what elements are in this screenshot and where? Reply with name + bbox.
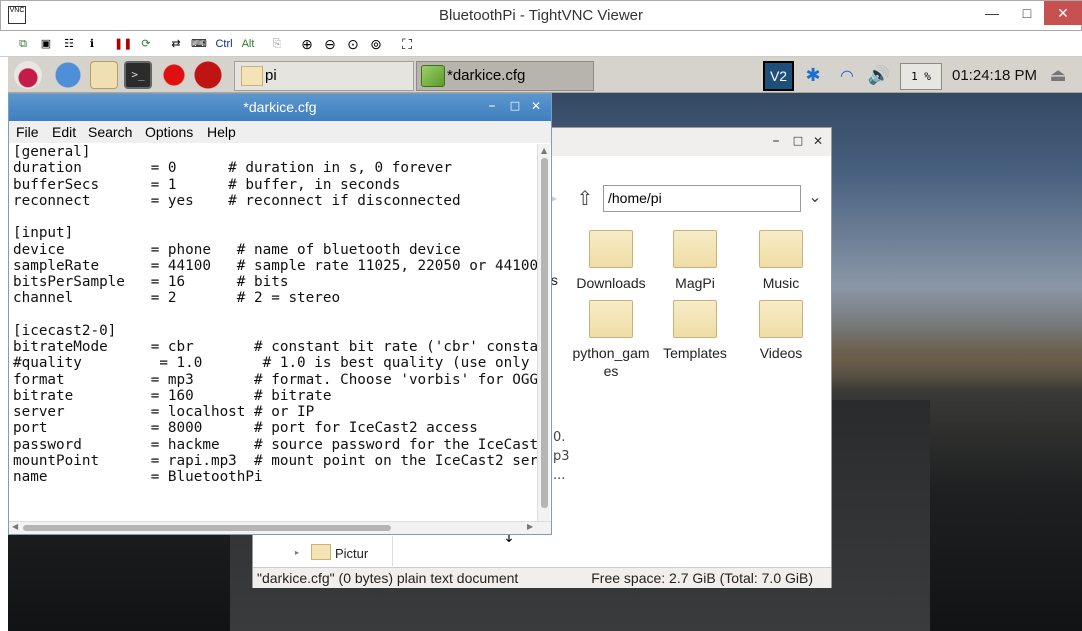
up-directory-icon[interactable]: ⇧ bbox=[573, 185, 597, 212]
status-left-text: "darkice.cfg" (0 bytes) plain text docum… bbox=[257, 570, 519, 586]
wolfram-icon[interactable] bbox=[194, 61, 222, 89]
text-editor-title-bar[interactable]: *darkice.cfg – □ ✕ bbox=[9, 94, 551, 121]
maximize-icon[interactable]: □ bbox=[508, 99, 522, 112]
free-space-text: Free space: 2.7 GiB (Total: 7.0 GiB) bbox=[591, 570, 813, 586]
volume-icon[interactable]: 🔊 bbox=[866, 64, 892, 88]
folder-label: Downloads bbox=[576, 275, 646, 291]
tree-item-label[interactable]: Pictur bbox=[335, 546, 368, 561]
transfer-icon[interactable]: ⇄ bbox=[167, 35, 185, 53]
info-icon[interactable]: ℹ bbox=[83, 35, 101, 53]
zoom-100-icon[interactable]: ⊙ bbox=[344, 35, 362, 53]
raspberry-menu-icon[interactable] bbox=[14, 61, 42, 89]
minimize-icon[interactable]: – bbox=[485, 98, 499, 114]
folder-label: Music bbox=[762, 275, 800, 291]
folder-icon bbox=[589, 230, 633, 268]
taskbar-item-pi[interactable]: pi bbox=[234, 61, 414, 91]
save-icon[interactable]: ▣ bbox=[37, 35, 55, 53]
folder-item-downloads[interactable]: Downloads bbox=[569, 230, 653, 292]
folder-label: Templates bbox=[663, 345, 727, 361]
menu-search[interactable]: Search bbox=[88, 124, 132, 140]
taskbar-item-label: pi bbox=[265, 67, 277, 84]
address-history-icon[interactable]: ⌄ bbox=[805, 185, 825, 212]
folder-item-music[interactable]: Music bbox=[739, 230, 823, 292]
partial-file-text: p3 bbox=[553, 449, 570, 464]
maximize-icon[interactable]: □ bbox=[791, 133, 805, 149]
vertical-scrollbar[interactable]: ▲ bbox=[537, 144, 550, 522]
folder-icon bbox=[673, 230, 717, 268]
status-bar: "darkice.cfg" (0 bytes) plain text docum… bbox=[253, 567, 831, 588]
refresh-icon[interactable]: ⟳ bbox=[137, 35, 155, 53]
eject-icon[interactable]: ⏏ bbox=[1046, 64, 1070, 88]
taskbar-item-label: *darkice.cfg bbox=[447, 67, 526, 84]
folder-item-python-games[interactable]: python_games bbox=[569, 300, 653, 380]
taskbar-item-darkice[interactable]: *darkice.cfg bbox=[416, 61, 594, 91]
horizontal-scroll-thumb[interactable] bbox=[23, 525, 391, 531]
minimize-icon[interactable]: – bbox=[769, 133, 783, 149]
forward-partial-icon: ▸ bbox=[549, 188, 558, 207]
tree-expander-icon[interactable]: ▸ bbox=[295, 548, 303, 557]
file-manager-icon[interactable] bbox=[90, 61, 118, 89]
text-editor-title: *darkice.cfg bbox=[243, 99, 317, 115]
scroll-left-icon[interactable]: ◀ bbox=[12, 522, 18, 531]
web-browser-icon[interactable] bbox=[54, 61, 82, 89]
folder-icon bbox=[589, 300, 633, 338]
folder-icon bbox=[759, 230, 803, 268]
wifi-icon[interactable]: ◠ bbox=[835, 64, 859, 88]
clock[interactable]: 01:24:18 PM bbox=[952, 67, 1037, 84]
close-icon[interactable]: ✕ bbox=[811, 133, 825, 149]
folder-label: MagPi bbox=[675, 275, 715, 291]
vnc-server-tray-icon[interactable]: V2 bbox=[763, 61, 794, 91]
vertical-scroll-thumb[interactable] bbox=[541, 158, 548, 508]
partial-file-text: 0. bbox=[553, 430, 566, 445]
folder-icon bbox=[759, 300, 803, 338]
menu-edit[interactable]: Edit bbox=[52, 124, 76, 140]
bluetooth-icon[interactable]: ✱ bbox=[804, 64, 822, 88]
menu-help[interactable]: Help bbox=[207, 124, 236, 140]
ctrl-alt-del-icon[interactable]: ⌨ bbox=[190, 35, 208, 53]
clipboard-icon[interactable]: ⎘ bbox=[268, 35, 286, 53]
text-editor-window: *darkice.cfg – □ ✕ File Edit Search Opti… bbox=[8, 93, 552, 535]
folder-item-videos[interactable]: Videos bbox=[739, 300, 823, 362]
side-pane: ▸ Pictur bbox=[253, 536, 393, 566]
ctrl-key-button[interactable]: Ctrl bbox=[212, 35, 236, 53]
menu-bar: File Edit Search Options Help bbox=[9, 121, 551, 143]
mathematica-icon[interactable] bbox=[160, 61, 188, 89]
text-editor-icon bbox=[421, 65, 445, 87]
address-bar-input[interactable]: /home/pi bbox=[603, 185, 801, 212]
folder-icon bbox=[311, 544, 331, 560]
scroll-up-icon[interactable]: ▲ bbox=[541, 146, 547, 155]
minimize-button[interactable]: — bbox=[975, 1, 1009, 25]
menu-options[interactable]: Options bbox=[145, 124, 193, 140]
menu-file[interactable]: File bbox=[16, 124, 39, 140]
options-icon[interactable]: ☷ bbox=[60, 35, 78, 53]
text-editor-content[interactable]: [general] duration = 0 # duration in s, … bbox=[13, 144, 537, 521]
maximize-button[interactable]: □ bbox=[1010, 1, 1044, 25]
terminal-icon[interactable]: >_ bbox=[124, 61, 152, 89]
scroll-right-icon[interactable]: ▶ bbox=[527, 522, 533, 531]
folder-item-templates[interactable]: Templates bbox=[653, 300, 737, 362]
folder-icon bbox=[673, 300, 717, 338]
folder-icon bbox=[241, 66, 263, 86]
folder-label: python_games bbox=[572, 345, 650, 379]
cpu-usage-monitor: 1 % bbox=[900, 63, 942, 90]
horizontal-scrollbar[interactable]: ◀ ▶ bbox=[9, 521, 551, 534]
folder-item-magpi[interactable]: MagPi bbox=[653, 230, 737, 292]
close-button[interactable]: ✕ bbox=[1044, 1, 1082, 25]
vnc-window-title: BluetoothPi - TightVNC Viewer bbox=[439, 7, 643, 24]
zoom-in-icon[interactable]: ⊕ bbox=[298, 35, 316, 53]
zoom-out-icon[interactable]: ⊖ bbox=[321, 35, 339, 53]
vnc-title-bar[interactable]: VNC BluetoothPi - TightVNC Viewer — □ ✕ bbox=[0, 0, 1082, 31]
new-connection-icon[interactable]: ⧉ bbox=[14, 35, 32, 53]
alt-key-button[interactable]: Alt bbox=[238, 35, 258, 53]
partial-file-text: ... bbox=[553, 468, 566, 483]
close-icon[interactable]: ✕ bbox=[529, 99, 543, 113]
zoom-fit-icon[interactable]: ⊚ bbox=[367, 35, 385, 53]
folder-label: Videos bbox=[759, 345, 803, 361]
vnc-toolbar: ⧉ ▣ ☷ ℹ ❚❚ ⟳ ⇄ ⌨ Ctrl Alt ⎘ ⊕ ⊖ ⊙ ⊚ ⛶ bbox=[0, 31, 1082, 57]
fullscreen-icon[interactable]: ⛶ bbox=[398, 35, 416, 53]
pause-icon[interactable]: ❚❚ bbox=[114, 35, 132, 53]
